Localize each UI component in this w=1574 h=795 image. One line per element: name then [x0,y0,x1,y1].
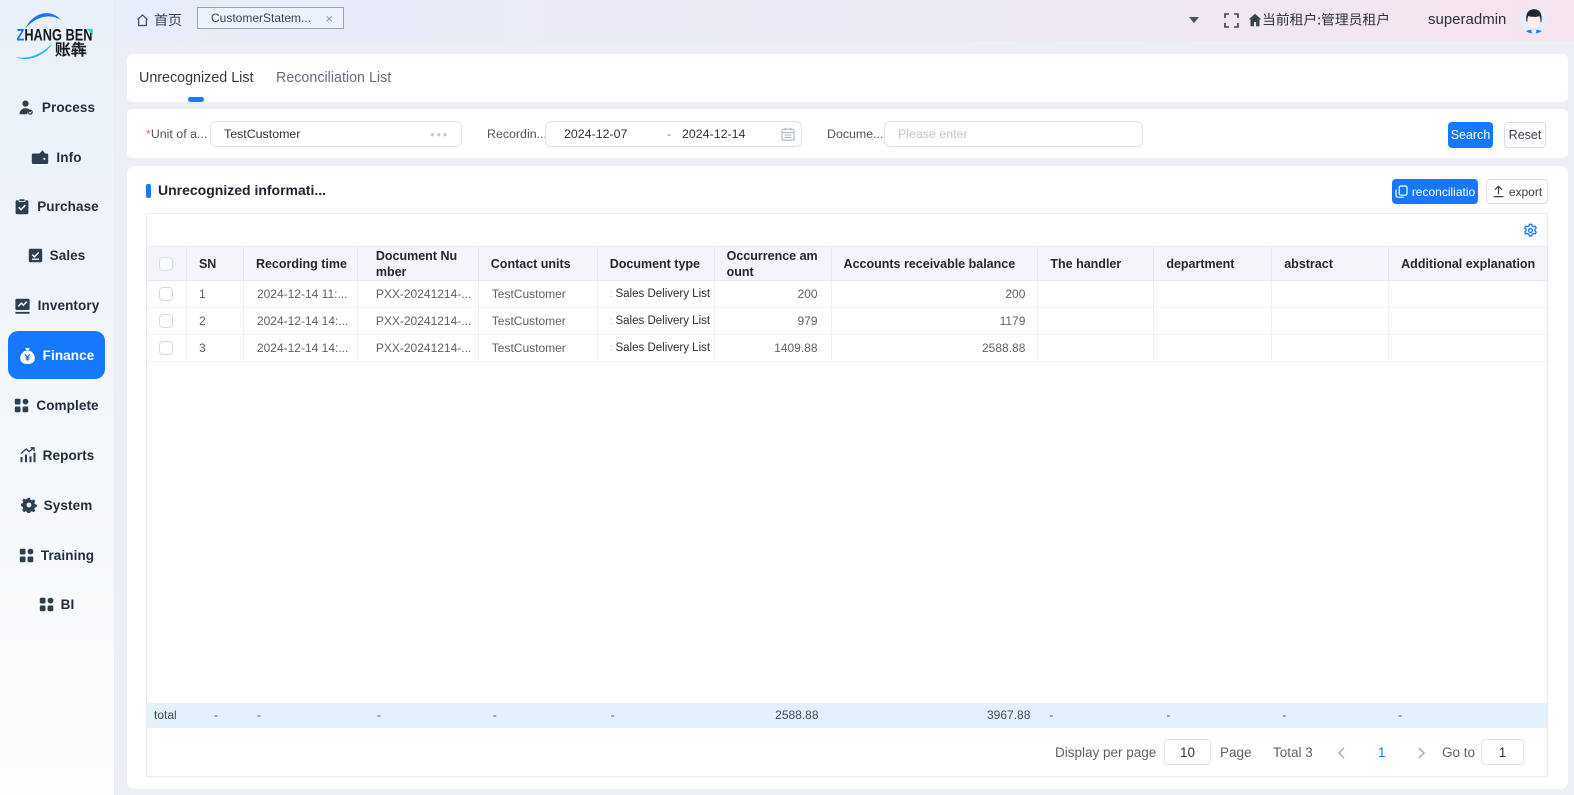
svg-text:ZHANG BEN: ZHANG BEN [17,26,93,45]
